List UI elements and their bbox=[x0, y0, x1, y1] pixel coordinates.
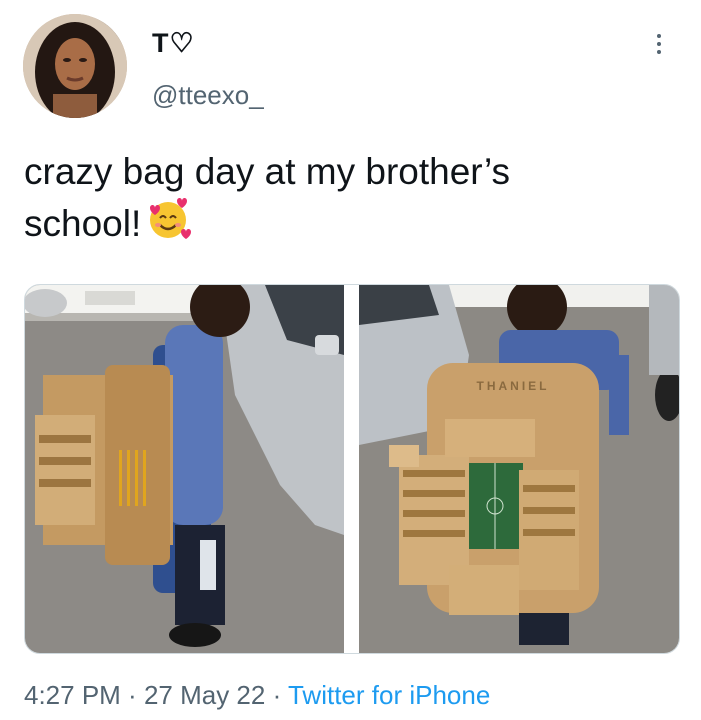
tweet-meta: 4:27 PM · 27 May 22 · Twitter for iPhone bbox=[24, 680, 490, 711]
bag-lettering: THANIEL bbox=[477, 379, 550, 393]
avatar[interactable] bbox=[23, 14, 127, 118]
tweet-date[interactable]: 27 May 22 bbox=[144, 680, 265, 710]
more-options-icon[interactable] bbox=[651, 30, 667, 60]
display-name[interactable]: T♡ bbox=[152, 28, 195, 59]
meta-separator-1: · bbox=[120, 680, 144, 710]
smiling-face-with-hearts-icon bbox=[145, 196, 192, 242]
tweet-time[interactable]: 4:27 PM bbox=[24, 680, 121, 710]
photo-left[interactable] bbox=[25, 285, 344, 653]
tweet-text-line-2: school! bbox=[24, 196, 664, 248]
user-handle[interactable]: @tteexo_ bbox=[152, 80, 264, 111]
meta-separator-2: · bbox=[265, 680, 288, 710]
photo-right[interactable]: THANIEL bbox=[359, 285, 679, 653]
source-link[interactable]: Twitter for iPhone bbox=[288, 680, 490, 710]
media-grid[interactable]: THANIEL bbox=[24, 284, 680, 654]
tweet-text: crazy bag day at my brother’s school! bbox=[24, 148, 664, 248]
tweet-text-line-1: crazy bag day at my brother’s bbox=[24, 151, 511, 192]
tweet-text-line-2-text: school! bbox=[24, 203, 142, 244]
